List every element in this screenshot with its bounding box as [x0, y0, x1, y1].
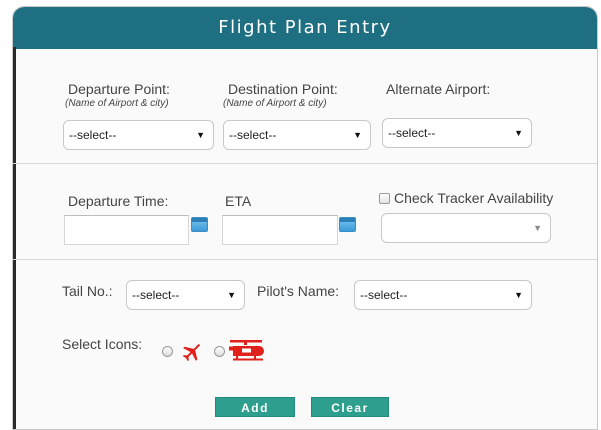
add-button[interactable]: Add: [215, 397, 295, 417]
pilot-name-value: --select--: [360, 288, 408, 302]
chevron-down-icon: ▼: [514, 128, 523, 138]
departure-point-select[interactable]: --select-- ▼: [63, 120, 214, 150]
destination-point-value: --select--: [229, 128, 277, 142]
tail-no-select[interactable]: --select-- ▼: [126, 280, 245, 310]
flight-plan-panel: Flight Plan Entry Departure Point: (Name…: [12, 6, 598, 430]
tracker-checkbox[interactable]: [379, 193, 390, 204]
calendar-icon[interactable]: [191, 217, 208, 232]
section-divider: [13, 163, 597, 164]
tail-no-value: --select--: [132, 288, 180, 302]
helicopter-radio[interactable]: [214, 346, 225, 357]
chevron-down-icon: ▼: [533, 223, 542, 233]
departure-point-label: Departure Point:: [68, 81, 170, 97]
panel-left-edge: [13, 47, 16, 429]
chevron-down-icon: ▼: [514, 290, 523, 300]
tracker-select[interactable]: ▼: [381, 213, 551, 243]
airplane-icon: [182, 343, 201, 362]
panel-title: Flight Plan Entry: [13, 7, 597, 49]
tail-no-label: Tail No.:: [62, 283, 113, 299]
alternate-airport-value: --select--: [388, 126, 436, 140]
clear-button[interactable]: Clear: [311, 397, 389, 417]
pilot-name-select[interactable]: --select-- ▼: [354, 280, 532, 310]
calendar-icon[interactable]: [339, 217, 356, 232]
chevron-down-icon: ▼: [196, 130, 205, 140]
chevron-down-icon: ▼: [227, 290, 236, 300]
tracker-label: Check Tracker Availability: [394, 190, 554, 206]
eta-label: ETA: [225, 193, 252, 209]
eta-input[interactable]: [222, 215, 338, 245]
departure-point-value: --select--: [69, 128, 117, 142]
section-divider: [13, 259, 597, 260]
pilot-name-label: Pilot's Name:: [257, 283, 340, 299]
destination-point-select[interactable]: --select-- ▼: [223, 120, 371, 150]
destination-point-label: Destination Point:: [228, 81, 338, 97]
departure-time-input[interactable]: [64, 215, 189, 245]
chevron-down-icon: ▼: [353, 130, 362, 140]
destination-point-hint: (Name of Airport & city): [223, 98, 327, 109]
departure-point-hint: (Name of Airport & city): [65, 98, 169, 109]
alternate-airport-select[interactable]: --select-- ▼: [382, 118, 532, 148]
departure-time-label: Departure Time:: [68, 193, 169, 209]
alternate-airport-label: Alternate Airport:: [386, 81, 491, 97]
helicopter-icon: [229, 340, 264, 361]
airplane-radio[interactable]: [162, 346, 173, 357]
select-icons-label: Select Icons:: [62, 336, 143, 352]
